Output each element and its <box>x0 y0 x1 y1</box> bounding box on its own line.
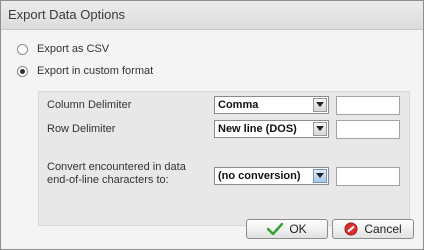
row-delimiter-select[interactable]: New line (DOS) <box>214 120 329 138</box>
custom-format-panel: Column Delimiter Comma Row Delimiter New… <box>38 91 410 226</box>
row-delimiter-custom-input[interactable] <box>336 120 400 139</box>
eol-conversion-value: (no conversion) <box>218 170 301 182</box>
chevron-down-icon[interactable] <box>313 98 327 112</box>
chevron-down-icon[interactable] <box>313 122 327 136</box>
column-delimiter-select[interactable]: Comma <box>214 96 329 114</box>
eol-conversion-label-line1: Convert encountered in data <box>47 161 186 173</box>
check-icon <box>267 223 284 235</box>
dialog-body: Export as CSV Export in custom format Co… <box>1 30 423 249</box>
ok-button-label: OK <box>289 222 307 236</box>
dialog-titlebar[interactable]: Export Data Options <box>1 1 423 30</box>
cancel-button-label: Cancel <box>364 222 402 236</box>
eol-conversion-label-line2: end-of-line characters to: <box>47 174 169 186</box>
export-data-options-dialog: Export Data Options Export as CSV Export… <box>0 0 424 250</box>
column-delimiter-label: Column Delimiter <box>47 99 132 111</box>
export-custom-option[interactable]: Export in custom format <box>17 63 153 79</box>
column-delimiter-custom-input[interactable] <box>336 96 400 115</box>
chevron-down-icon[interactable] <box>313 169 327 183</box>
eol-conversion-custom-input[interactable] <box>336 167 400 186</box>
dialog-title: Export Data Options <box>8 7 126 22</box>
export-custom-label[interactable]: Export in custom format <box>37 65 153 77</box>
cancel-button[interactable]: Cancel <box>332 219 414 239</box>
no-entry-icon <box>344 222 358 236</box>
eol-conversion-select[interactable]: (no conversion) <box>214 167 329 185</box>
export-csv-option[interactable]: Export as CSV <box>17 41 109 57</box>
row-delimiter-label: Row Delimiter <box>47 123 116 135</box>
column-delimiter-value: Comma <box>218 99 259 111</box>
export-csv-radio[interactable] <box>17 43 28 55</box>
ok-button[interactable]: OK <box>246 219 328 239</box>
row-delimiter-value: New line (DOS) <box>218 123 297 135</box>
export-custom-radio[interactable] <box>17 65 28 77</box>
export-csv-label[interactable]: Export as CSV <box>37 43 109 55</box>
